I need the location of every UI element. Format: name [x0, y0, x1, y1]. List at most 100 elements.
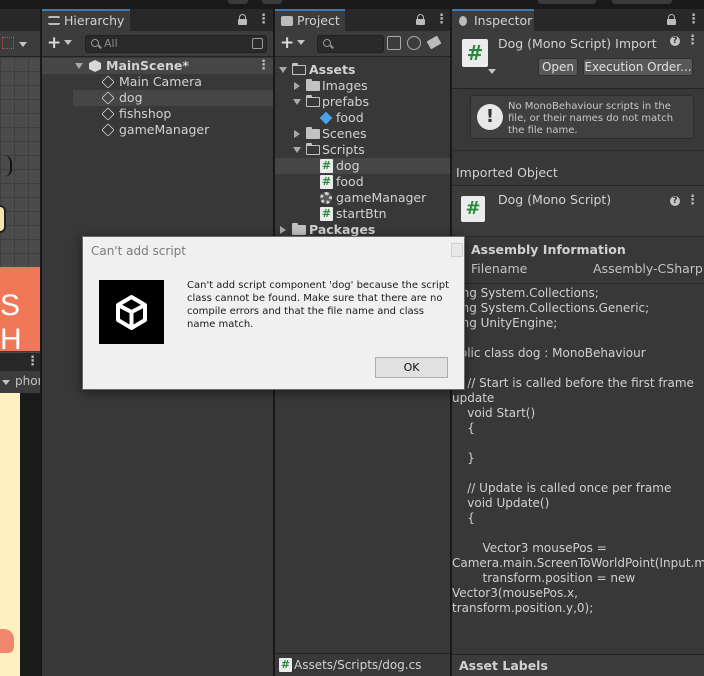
- lock-icon[interactable]: [667, 14, 676, 25]
- csharp-script-icon: #: [320, 207, 333, 221]
- tree-item-assets[interactable]: Assets: [275, 62, 450, 78]
- search-icon: [323, 39, 331, 47]
- fold-open-icon[interactable]: [293, 99, 301, 105]
- fold-closed-icon[interactable]: [294, 130, 300, 138]
- csharp-script-icon: #: [461, 196, 485, 222]
- game-toolbar: phon: [0, 371, 40, 393]
- hierarchy-search-input[interactable]: All: [85, 35, 267, 53]
- unity-scene-icon: [89, 60, 101, 72]
- inspector-title: Dog (Mono Script) Import: [498, 36, 657, 51]
- lock-icon[interactable]: [238, 14, 247, 25]
- chevron-down-icon[interactable]: [297, 40, 305, 45]
- filename-value: Assembly-CSharp: [593, 261, 703, 276]
- tree-item-dog-script[interactable]: # dog: [275, 158, 450, 174]
- csharp-script-icon: #: [279, 658, 292, 672]
- hierarchy-tab-bar: Hierarchy ⋮: [42, 9, 273, 31]
- selected-asset-path: Assets/Scripts/dog.cs: [294, 658, 422, 672]
- search-by-label-icon[interactable]: [407, 36, 421, 50]
- project-search-input[interactable]: [317, 35, 384, 53]
- more-icon[interactable]: ⋮: [686, 194, 699, 208]
- hierarchy-item[interactable]: gameManager: [42, 122, 273, 138]
- unity-logo-svg: [116, 295, 147, 330]
- scene-toolbar: [0, 31, 40, 57]
- fold-open-icon[interactable]: [75, 63, 83, 69]
- tree-label: prefabs: [322, 94, 369, 109]
- hierarchy-toolbar: + All: [42, 31, 273, 57]
- more-icon[interactable]: ⋮: [26, 355, 39, 369]
- divider: [452, 150, 704, 151]
- more-icon[interactable]: ⋮: [435, 13, 448, 27]
- help-icon[interactable]: ?: [670, 36, 680, 46]
- tree-item-gamemanager-script[interactable]: gameManager: [275, 190, 450, 206]
- more-icon[interactable]: ⋮: [686, 34, 699, 48]
- fold-closed-icon[interactable]: [280, 226, 286, 234]
- script-source-preview: sing System.Collections; sing System.Col…: [452, 286, 704, 615]
- close-button[interactable]: [451, 243, 463, 257]
- chevron-down-icon[interactable]: [64, 40, 72, 45]
- chevron-down-icon[interactable]: [19, 42, 27, 47]
- search-icon: [91, 39, 99, 47]
- hierarchy-scene-row[interactable]: MainScene* ⋮: [42, 58, 273, 74]
- hierarchy-item[interactable]: fishshop: [42, 106, 273, 122]
- fold-open-icon[interactable]: [279, 67, 287, 73]
- item-label: gameManager: [119, 122, 210, 137]
- list-icon: [48, 16, 60, 25]
- tree-item-startbtn-script[interactable]: # startBtn: [275, 206, 450, 222]
- asset-labels-bar[interactable]: Asset Labels: [452, 654, 704, 676]
- game-tab-bar: ⋮: [0, 353, 40, 371]
- tree-label: dog: [336, 158, 360, 173]
- filename-label: Filename: [471, 261, 528, 276]
- hierarchy-item[interactable]: Main Camera: [42, 74, 273, 90]
- tree-item-scripts[interactable]: Scripts: [275, 142, 450, 158]
- search-by-type-icon[interactable]: [387, 36, 401, 50]
- project-tab-bar: Project ⋮: [275, 9, 450, 31]
- folder-icon: [292, 223, 306, 235]
- chevron-down-icon[interactable]: [488, 69, 496, 74]
- item-label: fishshop: [119, 106, 172, 121]
- tab-hierarchy[interactable]: Hierarchy: [42, 9, 130, 31]
- resolution-dropdown[interactable]: phon: [15, 374, 40, 388]
- assembly-info-header[interactable]: Assembly Information: [452, 240, 704, 260]
- component-header: # Dog (Mono Script) ? ⋮: [452, 185, 704, 237]
- warning-icon: !: [477, 104, 503, 130]
- scene-filter-icon[interactable]: [252, 38, 263, 49]
- tree-item-food-script[interactable]: # food: [275, 174, 450, 190]
- fold-open-icon[interactable]: [293, 147, 301, 153]
- project-status-bar: # Assets/Scripts/dog.cs: [275, 653, 450, 676]
- tree-item-scenes[interactable]: Scenes: [275, 126, 450, 142]
- tab-inspector[interactable]: Inspector: [452, 9, 534, 31]
- hierarchy-item-selected[interactable]: dog: [73, 90, 273, 106]
- open-button[interactable]: Open: [538, 58, 578, 76]
- fold-closed-icon[interactable]: [294, 82, 300, 90]
- shop-text: S H: [0, 289, 36, 356]
- folder-open-icon: [305, 94, 320, 107]
- folder-icon: [306, 127, 320, 139]
- more-icon[interactable]: ⋮: [687, 13, 700, 27]
- ok-button[interactable]: OK: [375, 357, 448, 378]
- item-label: Main Camera: [119, 74, 202, 89]
- game-view[interactable]: [0, 393, 40, 676]
- tag-icon[interactable]: [426, 35, 442, 50]
- dialog-message: Can't add script component 'dog' because…: [187, 280, 450, 330]
- scene-label: MainScene*: [106, 58, 189, 73]
- scene-view-panel[interactable]: S H ⋮ phon: [0, 9, 40, 676]
- tree-item-prefabs[interactable]: prefabs: [275, 94, 450, 110]
- tree-label: Scenes: [322, 126, 367, 141]
- add-icon[interactable]: +: [47, 34, 61, 52]
- add-icon[interactable]: +: [280, 34, 294, 52]
- tree-item-food-prefab[interactable]: food: [275, 110, 450, 126]
- top-toolbar-strip: [0, 0, 704, 9]
- csharp-script-icon: #: [462, 39, 488, 67]
- lock-icon[interactable]: [416, 14, 425, 25]
- execution-order-button[interactable]: Execution Order...: [583, 58, 693, 76]
- tab-project[interactable]: Project: [275, 9, 345, 31]
- gizmo-icon[interactable]: [2, 37, 14, 49]
- more-icon[interactable]: ⋮: [257, 13, 270, 27]
- more-icon[interactable]: ⋮: [257, 59, 270, 73]
- component-title: Dog (Mono Script): [498, 192, 612, 207]
- help-icon[interactable]: ?: [670, 196, 680, 206]
- chevron-down-icon[interactable]: [2, 380, 10, 385]
- item-label: dog: [119, 90, 143, 105]
- tree-item-images[interactable]: Images: [275, 78, 450, 94]
- csharp-script-icon: #: [320, 175, 333, 189]
